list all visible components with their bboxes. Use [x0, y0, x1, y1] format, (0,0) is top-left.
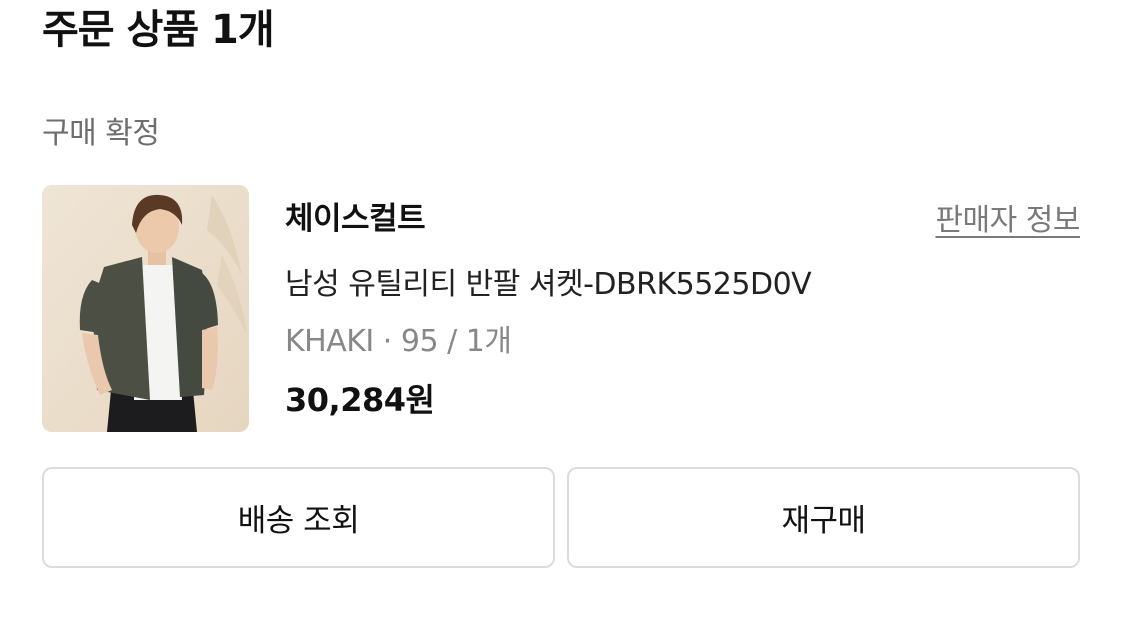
track-delivery-button[interactable]: 배송 조회: [42, 467, 555, 568]
order-items-title: 주문 상품 1개: [42, 7, 275, 53]
product-photo: [42, 185, 249, 432]
seller-info-link[interactable]: 판매자 정보: [935, 198, 1080, 244]
order-status-label: 구매 확정: [42, 116, 160, 151]
product-name[interactable]: 남성 유틸리티 반팔 셔켓-DBRK5525D0V: [285, 262, 812, 308]
product-thumbnail[interactable]: [42, 185, 249, 432]
rebuy-button[interactable]: 재구매: [567, 467, 1080, 568]
product-price: 30,284원: [285, 381, 435, 419]
product-option: KHAKI · 95 / 1개: [285, 324, 512, 359]
brand-name[interactable]: 체이스컬트: [285, 196, 426, 242]
